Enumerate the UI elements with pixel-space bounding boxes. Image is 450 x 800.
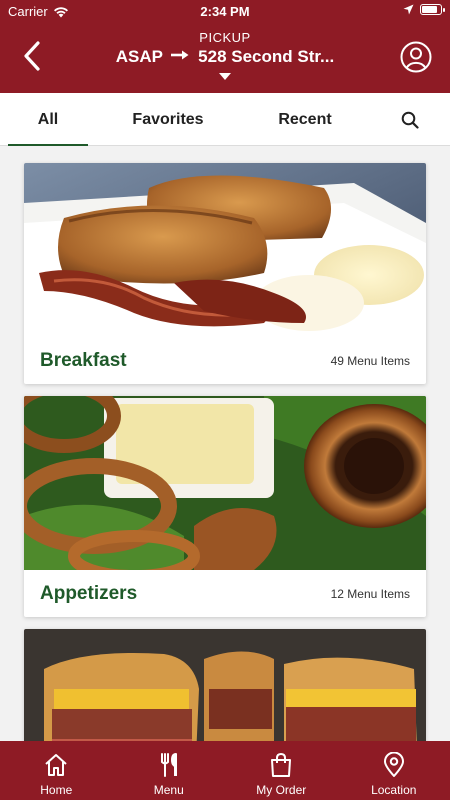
nav-location[interactable]: Location <box>338 741 450 800</box>
nav-my-order[interactable]: My Order <box>225 741 338 800</box>
home-icon <box>45 754 67 776</box>
tab-favorites[interactable]: Favorites <box>118 93 218 146</box>
tab-recent[interactable]: Recent <box>260 93 350 146</box>
order-time: ASAP <box>115 47 163 66</box>
location-pin-icon <box>383 752 404 777</box>
nav-menu-label: Menu <box>153 783 184 797</box>
menu-tabs: All Favorites Recent <box>0 93 450 147</box>
breakfast-photo <box>24 163 426 337</box>
nav-home[interactable]: Home <box>0 741 113 800</box>
category-card-footer: Breakfast 49 Menu Items <box>24 337 426 384</box>
status-bar: Carrier 2:34 PM <box>0 0 450 24</box>
user-profile-icon <box>400 41 432 73</box>
bottom-navigation: Home Menu My Order Location <box>0 741 450 800</box>
nav-location-label: Location <box>371 783 417 797</box>
appetizers-photo <box>24 396 426 570</box>
app-header: Carrier 2:34 PM PICKUP ASAP 528 Second S… <box>0 0 450 93</box>
shopping-bag-icon <box>271 752 292 777</box>
order-time-address: ASAP 528 Second Str... <box>70 47 380 67</box>
profile-button[interactable] <box>400 41 432 73</box>
fork-knife-icon <box>160 753 177 777</box>
tab-all[interactable]: All <box>8 93 88 147</box>
category-item-count: 49 Menu Items <box>330 353 410 368</box>
category-card-breakfast[interactable]: Breakfast 49 Menu Items <box>24 163 426 384</box>
category-name: Appetizers <box>40 582 138 604</box>
search-button[interactable] <box>390 93 430 146</box>
order-mode-label: PICKUP <box>199 30 251 45</box>
order-mode-selector[interactable]: PICKUP ASAP 528 Second Str... <box>70 30 380 80</box>
location-arrow-icon <box>403 4 414 15</box>
arrow-right-icon <box>171 50 189 60</box>
pickup-address: 528 Second Str... <box>198 47 335 66</box>
sandwiches-photo <box>24 629 426 741</box>
nav-home-label: Home <box>40 783 73 797</box>
category-name: Breakfast <box>40 349 127 371</box>
chevron-left-icon <box>24 41 40 71</box>
status-right <box>403 4 445 15</box>
nav-menu[interactable]: Menu <box>113 741 226 800</box>
category-card-sandwiches[interactable] <box>24 629 426 741</box>
category-list: Breakfast 49 Menu Items Appetizers 12 Me… <box>0 146 450 741</box>
category-card-footer: Appetizers 12 Menu Items <box>24 570 426 617</box>
back-button[interactable] <box>12 36 52 76</box>
category-card-appetizers[interactable]: Appetizers 12 Menu Items <box>24 396 426 617</box>
nav-my-order-label: My Order <box>256 783 307 797</box>
status-time: 2:34 PM <box>200 4 250 19</box>
battery-icon <box>420 4 445 15</box>
caret-down-icon <box>219 73 231 80</box>
search-icon <box>401 111 419 129</box>
category-item-count: 12 Menu Items <box>330 586 410 601</box>
